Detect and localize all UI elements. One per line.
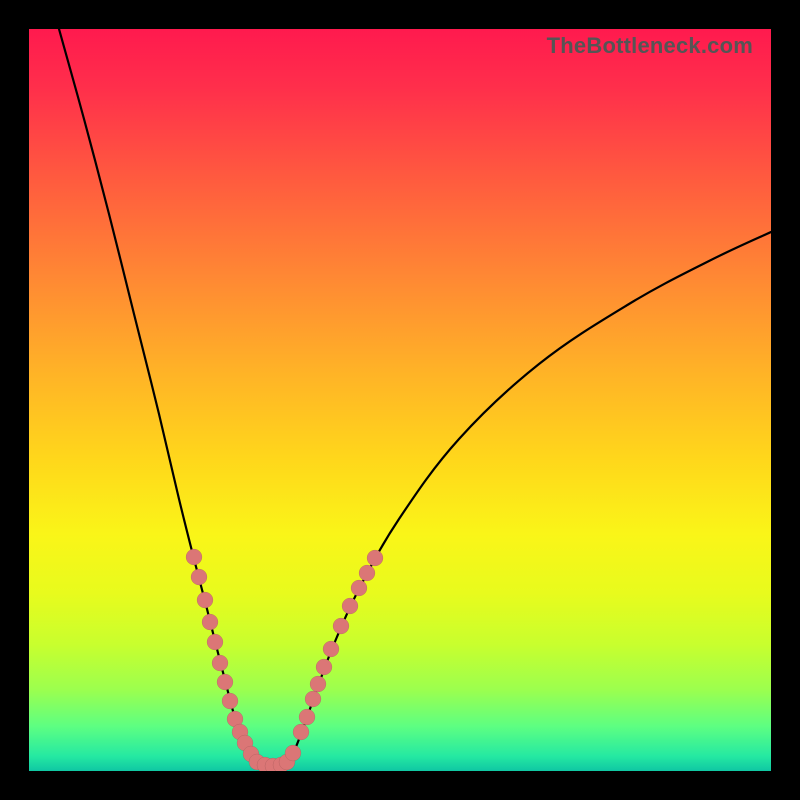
bead-marker bbox=[285, 745, 301, 761]
bead-marker bbox=[191, 569, 207, 585]
chart-frame: TheBottleneck.com bbox=[29, 29, 771, 771]
bead-marker bbox=[186, 549, 202, 565]
bead-marker bbox=[367, 550, 383, 566]
bead-marker bbox=[316, 659, 332, 675]
bead-marker bbox=[323, 641, 339, 657]
bead-marker bbox=[310, 676, 326, 692]
bead-marker bbox=[212, 655, 228, 671]
bead-marker bbox=[333, 618, 349, 634]
bead-marker bbox=[299, 709, 315, 725]
left-curve bbox=[59, 29, 257, 763]
bead-marker bbox=[202, 614, 218, 630]
bead-marker bbox=[222, 693, 238, 709]
beads-group bbox=[186, 549, 383, 771]
bead-marker bbox=[305, 691, 321, 707]
bead-marker bbox=[342, 598, 358, 614]
bead-marker bbox=[207, 634, 223, 650]
chart-svg bbox=[29, 29, 771, 771]
bead-marker bbox=[359, 565, 375, 581]
bead-marker bbox=[293, 724, 309, 740]
right-curve bbox=[287, 232, 771, 763]
bead-marker bbox=[351, 580, 367, 596]
bead-marker bbox=[197, 592, 213, 608]
bead-marker bbox=[217, 674, 233, 690]
